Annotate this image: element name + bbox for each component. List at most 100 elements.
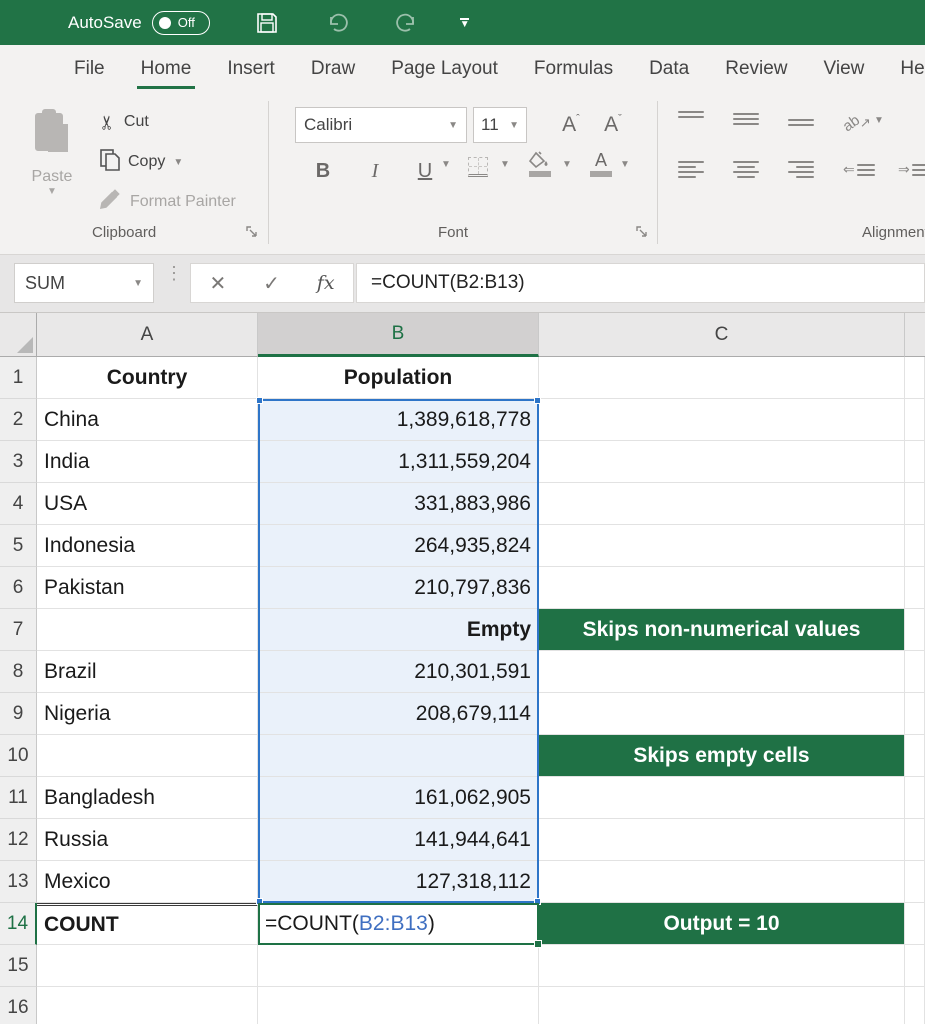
font-name-select[interactable]: Calibri ▼ xyxy=(295,107,467,143)
cell-A11[interactable]: Bangladesh xyxy=(37,777,258,819)
active-cell-B14-editor[interactable]: =COUNT(B2:B13) xyxy=(258,903,539,945)
row-header-16[interactable]: 16 xyxy=(0,987,37,1024)
cell-A6[interactable]: Pakistan xyxy=(37,567,258,609)
cell-C10[interactable]: Skips empty cells xyxy=(539,735,905,777)
decrease-indent-button[interactable]: ⇐ xyxy=(843,161,875,178)
customize-quick-access-button[interactable]: ▼ xyxy=(460,18,470,28)
cell-B9[interactable]: 208,679,114 xyxy=(258,693,539,735)
cell-A1[interactable]: Country xyxy=(37,357,258,399)
cell-A5[interactable]: Indonesia xyxy=(37,525,258,567)
row-header-11[interactable]: 11 xyxy=(0,777,37,819)
row-header-13[interactable]: 13 xyxy=(0,861,37,903)
cell-D6[interactable] xyxy=(905,567,925,609)
tab-help[interactable]: Help xyxy=(882,45,925,93)
cell-C8[interactable] xyxy=(539,651,905,693)
align-left-button[interactable] xyxy=(678,161,704,178)
cell-B7[interactable]: Empty xyxy=(258,609,539,651)
column-header-c[interactable]: C xyxy=(539,313,905,357)
increase-font-size-button[interactable]: Aˆ xyxy=(553,109,589,141)
row-header-7[interactable]: 7 xyxy=(0,609,37,651)
cell-D1[interactable] xyxy=(905,357,925,399)
name-box[interactable]: SUM ▼ xyxy=(14,263,154,303)
clipboard-dialog-launcher[interactable] xyxy=(246,226,261,241)
redo-button[interactable] xyxy=(394,10,420,36)
bottom-align-button[interactable] xyxy=(788,119,814,126)
cell-B8[interactable]: 210,301,591 xyxy=(258,651,539,693)
save-button[interactable] xyxy=(254,10,280,36)
cell-A3[interactable]: India xyxy=(37,441,258,483)
row-header-8[interactable]: 8 xyxy=(0,651,37,693)
italic-button[interactable]: I xyxy=(360,155,390,187)
cell-A16[interactable] xyxy=(37,987,258,1024)
decrease-font-size-button[interactable]: Aˇ xyxy=(595,109,631,141)
cell-C14[interactable]: Output = 10 xyxy=(539,903,905,945)
select-all-corner[interactable] xyxy=(0,313,37,357)
cell-A7[interactable] xyxy=(37,609,258,651)
top-align-button[interactable] xyxy=(678,111,704,118)
font-color-dropdown[interactable]: ▼ xyxy=(620,159,630,170)
cell-B12[interactable]: 141,944,641 xyxy=(258,819,539,861)
tab-insert[interactable]: Insert xyxy=(209,45,293,93)
column-header-b[interactable]: B xyxy=(258,313,539,357)
cell-A13[interactable]: Mexico xyxy=(37,861,258,903)
row-header-4[interactable]: 4 xyxy=(0,483,37,525)
fill-color-dropdown[interactable]: ▼ xyxy=(562,159,572,170)
row-header-6[interactable]: 6 xyxy=(0,567,37,609)
bold-button[interactable]: B xyxy=(308,155,338,187)
cell-C2[interactable] xyxy=(539,399,905,441)
cell-A10[interactable] xyxy=(37,735,258,777)
paste-button[interactable]: Paste ▼ xyxy=(20,103,84,229)
orientation-button[interactable]: ab ↗ xyxy=(842,107,872,139)
cell-C9[interactable] xyxy=(539,693,905,735)
column-header-d[interactable] xyxy=(905,313,925,357)
align-center-button[interactable] xyxy=(733,161,759,178)
tab-home[interactable]: Home xyxy=(123,45,210,93)
row-header-14[interactable]: 14 xyxy=(0,903,37,945)
font-dialog-launcher[interactable] xyxy=(636,226,651,241)
cell-D12[interactable] xyxy=(905,819,925,861)
confirm-entry-button[interactable]: ✓ xyxy=(263,271,280,296)
undo-button[interactable] xyxy=(324,10,350,36)
cell-A8[interactable]: Brazil xyxy=(37,651,258,693)
cell-D11[interactable] xyxy=(905,777,925,819)
cell-C7[interactable]: Skips non-numerical values xyxy=(539,609,905,651)
row-header-15[interactable]: 15 xyxy=(0,945,37,987)
cell-A9[interactable]: Nigeria xyxy=(37,693,258,735)
tab-data[interactable]: Data xyxy=(631,45,707,93)
tab-review[interactable]: Review xyxy=(707,45,805,93)
cut-button[interactable]: ✂ Cut xyxy=(100,107,149,137)
row-header-2[interactable]: 2 xyxy=(0,399,37,441)
copy-button[interactable]: Copy ▼ xyxy=(100,147,183,177)
column-header-a[interactable]: A xyxy=(37,313,258,357)
borders-dropdown[interactable]: ▼ xyxy=(500,159,510,170)
cell-D15[interactable] xyxy=(905,945,925,987)
underline-button[interactable]: U xyxy=(410,155,440,187)
cell-D13[interactable] xyxy=(905,861,925,903)
cell-D7[interactable] xyxy=(905,609,925,651)
insert-function-button[interactable]: fx xyxy=(317,272,335,294)
fill-color-button[interactable] xyxy=(528,151,552,177)
formula-input[interactable]: =COUNT(B2:B13) xyxy=(356,263,925,303)
cell-C6[interactable] xyxy=(539,567,905,609)
tab-view[interactable]: View xyxy=(806,45,883,93)
cell-B1[interactable]: Population xyxy=(258,357,539,399)
tab-formulas[interactable]: Formulas xyxy=(516,45,631,93)
cell-D2[interactable] xyxy=(905,399,925,441)
font-color-button[interactable]: A xyxy=(590,151,612,177)
cell-B15[interactable] xyxy=(258,945,539,987)
cell-D14[interactable] xyxy=(905,903,925,945)
cell-D9[interactable] xyxy=(905,693,925,735)
cell-A2[interactable]: China xyxy=(37,399,258,441)
tab-page-layout[interactable]: Page Layout xyxy=(373,45,516,93)
row-header-9[interactable]: 9 xyxy=(0,693,37,735)
cell-A14[interactable]: COUNT xyxy=(37,903,258,945)
cell-C3[interactable] xyxy=(539,441,905,483)
underline-dropdown[interactable]: ▼ xyxy=(441,159,451,170)
row-header-3[interactable]: 3 xyxy=(0,441,37,483)
cell-C5[interactable] xyxy=(539,525,905,567)
cell-D4[interactable] xyxy=(905,483,925,525)
cell-C16[interactable] xyxy=(539,987,905,1024)
align-right-button[interactable] xyxy=(788,161,814,178)
cell-A12[interactable]: Russia xyxy=(37,819,258,861)
cell-C11[interactable] xyxy=(539,777,905,819)
